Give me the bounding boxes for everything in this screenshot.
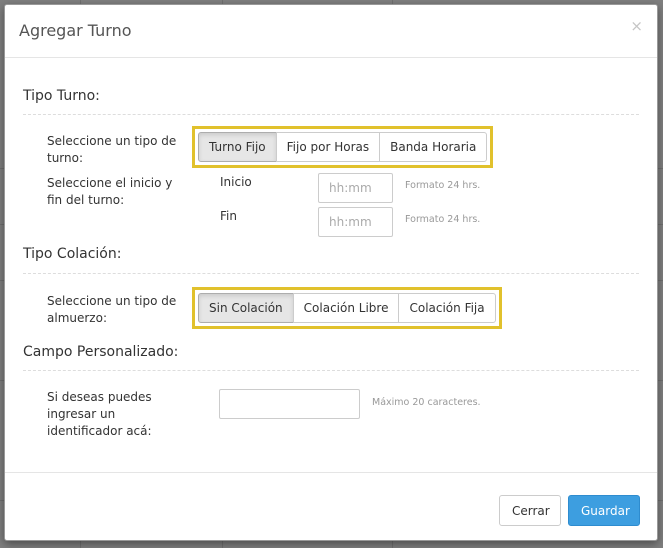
shift-type-label: Seleccione un tipo de turno: [47, 134, 177, 165]
start-label: Inicio [220, 175, 252, 189]
lunch-type-button-group: Sin Colación Colación Libre Colación Fij… [198, 293, 496, 323]
shift-type-highlight: Turno Fijo Fijo por Horas Banda Horaria [192, 126, 494, 168]
end-label: Fin [220, 209, 237, 223]
section-title-tipo-turno: Tipo Turno: [23, 88, 100, 104]
shift-type-button-group: Turno Fijo Fijo por Horas Banda Horaria [198, 132, 488, 162]
lunch-type-highlight: Sin Colación Colación Libre Colación Fij… [192, 287, 502, 329]
end-time-input[interactable] [318, 207, 393, 237]
modal-footer: Cerrar Guardar [5, 472, 657, 542]
add-shift-modal: Agregar Turno × Tipo Turno: Seleccione u… [4, 4, 658, 541]
shift-type-fixed-button[interactable]: Turno Fijo [198, 132, 277, 162]
section-title-campo-personalizado: Campo Personalizado: [23, 344, 179, 360]
shift-range-label: Seleccione el inicio y fin del turno: [47, 176, 173, 207]
save-button[interactable]: Guardar [568, 495, 640, 526]
divider [23, 273, 639, 274]
section-title-tipo-colacion: Tipo Colación: [23, 246, 122, 262]
custom-identifier-hint: Máximo 20 caracteres. [372, 397, 481, 408]
shift-type-band-button[interactable]: Banda Horaria [379, 132, 488, 162]
divider [23, 370, 639, 371]
close-button[interactable]: Cerrar [499, 495, 561, 526]
modal-header: Agregar Turno × [5, 5, 657, 58]
lunch-none-button[interactable]: Sin Colación [198, 293, 294, 323]
start-time-input[interactable] [318, 173, 393, 203]
lunch-free-button[interactable]: Colación Libre [292, 293, 400, 323]
modal-title: Agregar Turno [19, 21, 132, 40]
lunch-fixed-button[interactable]: Colación Fija [398, 293, 496, 323]
divider [23, 114, 639, 115]
close-icon[interactable]: × [630, 19, 643, 34]
lunch-type-label: Seleccione un tipo de almuerzo: [47, 294, 177, 325]
end-format-hint: Formato 24 hrs. [405, 214, 481, 225]
custom-identifier-input[interactable] [219, 389, 360, 419]
shift-type-hourly-button[interactable]: Fijo por Horas [275, 132, 381, 162]
start-format-hint: Formato 24 hrs. [405, 180, 481, 191]
custom-identifier-label: Si deseas puedes ingresar un identificad… [47, 390, 152, 438]
